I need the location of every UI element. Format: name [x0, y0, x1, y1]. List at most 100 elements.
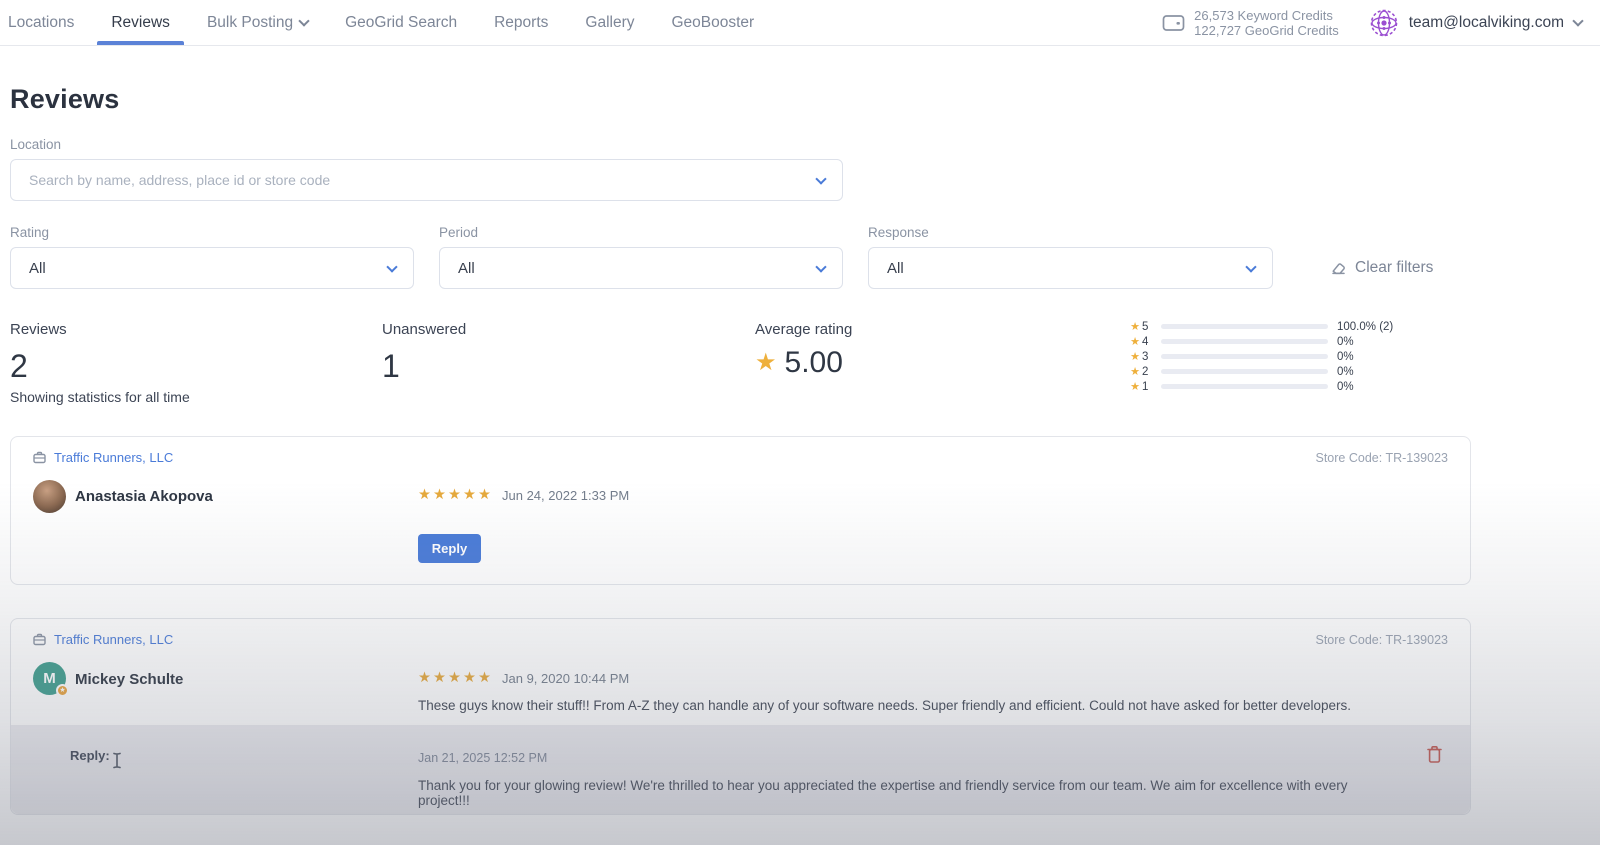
reviewer-avatar: M ★ — [33, 662, 66, 695]
review-location-link[interactable]: Traffic Runners, LLC — [33, 450, 173, 465]
nav-right-cluster: 26,573 Keyword Credits 122,727 GeoGrid C… — [1162, 8, 1582, 38]
breakdown-row-4: ★ 4 0% — [1125, 334, 1393, 349]
nav-tab-locations[interactable]: Locations — [6, 0, 76, 45]
stat-average-rating: Average rating ★ 5.00 — [755, 321, 852, 380]
nav-tab-label: Locations — [8, 14, 74, 32]
briefcase-icon — [33, 451, 46, 464]
text-cursor-icon — [112, 752, 122, 769]
breakdown-bar-track — [1161, 384, 1328, 389]
local-guide-badge-icon: ★ — [56, 684, 69, 697]
breakdown-percent: 0% — [1337, 336, 1354, 348]
breakdown-star-count: 2 — [1142, 366, 1152, 378]
clear-filters-label: Clear filters — [1355, 259, 1433, 277]
breakdown-row-3: ★ 3 0% — [1125, 349, 1393, 364]
star-icon: ★ — [1125, 380, 1140, 393]
top-navigation: Locations Reviews Bulk Posting GeoGrid S… — [0, 0, 1600, 46]
keyword-credits: 26,573 Keyword Credits — [1194, 8, 1339, 23]
review-date: Jun 24, 2022 1:33 PM — [502, 488, 629, 503]
nav-tab-label: Gallery — [585, 14, 634, 32]
credits-text: 26,573 Keyword Credits 122,727 GeoGrid C… — [1194, 8, 1339, 38]
review-rating-row: ★★★★★ Jan 9, 2020 10:44 PM — [418, 670, 629, 686]
breakdown-percent: 0% — [1337, 366, 1354, 378]
clear-filters-button[interactable]: Clear filters — [1330, 259, 1433, 277]
rating-breakdown: ★ 5 100.0% (2) ★ 4 0% ★ 3 0% ★ 2 0 — [1125, 319, 1393, 394]
star-icon: ★ — [1125, 320, 1140, 333]
store-code: Store Code: TR-139023 — [1316, 451, 1449, 465]
nav-tab-geogrid-search[interactable]: GeoGrid Search — [343, 0, 459, 45]
nav-tab-gallery[interactable]: Gallery — [583, 0, 636, 45]
breakdown-row-5: ★ 5 100.0% (2) — [1125, 319, 1393, 334]
reviewer-name: Mickey Schulte — [75, 671, 183, 688]
main-content: Reviews Location Search by name, address… — [0, 84, 1600, 815]
rating-filter-block: Rating All — [10, 225, 414, 289]
credits-summary: 26,573 Keyword Credits 122,727 GeoGrid C… — [1162, 8, 1339, 38]
filters-row: Rating All Period All Response All — [10, 225, 1590, 289]
nav-tab-reports[interactable]: Reports — [492, 0, 550, 45]
breakdown-percent: 100.0% (2) — [1337, 321, 1393, 333]
review-date: Jan 9, 2020 10:44 PM — [502, 671, 629, 686]
nav-tab-reviews[interactable]: Reviews — [109, 0, 172, 45]
delete-reply-button[interactable] — [1426, 743, 1448, 765]
review-card: Traffic Runners, LLC Store Code: TR-1390… — [10, 618, 1471, 815]
stat-reviews-label: Reviews — [10, 321, 67, 338]
stat-unanswered: Unanswered 1 — [382, 321, 466, 385]
nav-tab-label: GeoBooster — [672, 14, 755, 32]
star-icon: ★ — [1125, 350, 1140, 363]
location-search-select[interactable]: Search by name, address, place id or sto… — [10, 159, 843, 201]
stats-section: Reviews 2 Unanswered 1 Average rating ★ … — [10, 315, 1590, 407]
stat-unanswered-value: 1 — [382, 348, 466, 385]
review-location-link[interactable]: Traffic Runners, LLC — [33, 632, 173, 647]
rating-select[interactable]: All — [10, 247, 414, 289]
response-select[interactable]: All — [868, 247, 1273, 289]
stat-unanswered-label: Unanswered — [382, 321, 466, 338]
star-icon: ★ — [1125, 365, 1140, 378]
account-avatar-icon — [1369, 8, 1399, 38]
breakdown-row-2: ★ 2 0% — [1125, 364, 1393, 379]
breakdown-percent: 0% — [1337, 381, 1354, 393]
stat-reviews: Reviews 2 — [10, 321, 67, 385]
eraser-icon — [1330, 260, 1347, 277]
breakdown-percent: 0% — [1337, 351, 1354, 363]
nav-tab-label: GeoGrid Search — [345, 14, 457, 32]
chevron-down-icon — [1245, 261, 1256, 272]
geogrid-credits: 122,727 GeoGrid Credits — [1194, 23, 1339, 38]
chevron-down-icon — [298, 15, 309, 26]
star-icon: ★ — [1125, 335, 1140, 348]
store-code: Store Code: TR-139023 — [1316, 633, 1449, 647]
location-label: Location — [10, 137, 1590, 152]
reply-button[interactable]: Reply — [418, 534, 481, 563]
wallet-icon — [1162, 13, 1185, 33]
review-rating-row: ★★★★★ Jun 24, 2022 1:33 PM — [418, 487, 629, 503]
stat-average-value: 5.00 — [785, 346, 843, 380]
trash-icon — [1426, 745, 1443, 764]
chevron-down-icon — [386, 261, 397, 272]
nav-tabs: Locations Reviews Bulk Posting GeoGrid S… — [6, 0, 756, 45]
rating-label: Rating — [10, 225, 414, 240]
stat-reviews-value: 2 — [10, 348, 67, 385]
period-label: Period — [439, 225, 843, 240]
chevron-down-icon — [1572, 15, 1583, 26]
breakdown-row-1: ★ 1 0% — [1125, 379, 1393, 394]
period-select[interactable]: All — [439, 247, 843, 289]
avatar-initial: M — [43, 670, 56, 687]
nav-tab-label: Reviews — [111, 14, 170, 32]
reply-text: Thank you for your glowing review! We're… — [418, 778, 1350, 808]
reply-section: Reply: Jan 21, 2025 12:52 PM Thank you f… — [11, 725, 1470, 814]
rating-value: All — [29, 260, 46, 277]
location-search-placeholder: Search by name, address, place id or sto… — [29, 172, 330, 188]
breakdown-star-count: 1 — [1142, 381, 1152, 393]
account-menu[interactable]: team@localviking.com — [1369, 8, 1582, 38]
period-filter-block: Period All — [439, 225, 843, 289]
stats-footnote: Showing statistics for all time — [10, 389, 190, 405]
nav-tab-geobooster[interactable]: GeoBooster — [670, 0, 757, 45]
response-label: Response — [868, 225, 1273, 240]
chevron-down-icon — [815, 173, 826, 184]
page-title: Reviews — [10, 84, 1590, 115]
review-card: Traffic Runners, LLC Store Code: TR-1390… — [10, 436, 1471, 585]
account-email: team@localviking.com — [1409, 14, 1564, 32]
breakdown-star-count: 5 — [1142, 321, 1152, 333]
nav-tab-bulk-posting[interactable]: Bulk Posting — [205, 0, 310, 45]
breakdown-bar-track — [1161, 369, 1328, 374]
location-name: Traffic Runners, LLC — [54, 450, 173, 465]
star-icon: ★ — [755, 351, 777, 375]
